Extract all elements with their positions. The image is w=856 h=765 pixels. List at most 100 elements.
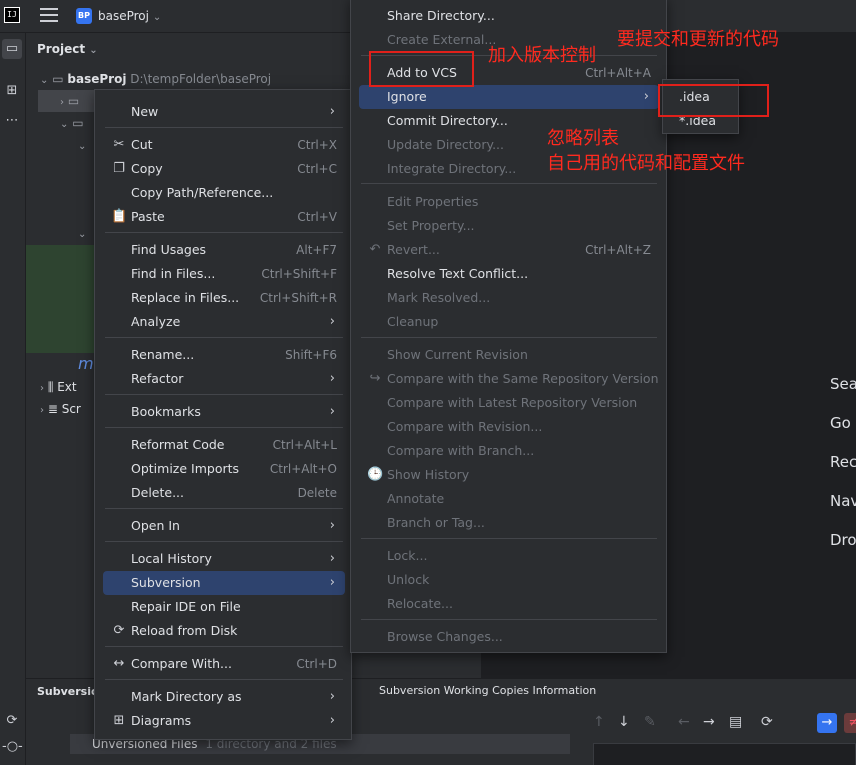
tree-root[interactable]: ⌄ ▭ baseProj D:\tempFolder\baseProj <box>40 68 271 90</box>
version-control-icon[interactable]: ⟳ <box>2 711 22 731</box>
menu-item-label: Local History <box>131 551 212 566</box>
arrow-right-icon[interactable]: → <box>703 714 715 730</box>
menu-item-delete[interactable]: Delete... Delete <box>103 481 345 505</box>
svn-item-branch-or-tag[interactable]: Branch or Tag... <box>359 511 659 535</box>
menu-item-label: Revert... <box>387 242 440 257</box>
menu-item-label: Paste <box>131 209 165 224</box>
svn-item-show-history[interactable]: 🕒 Show History <box>359 463 659 487</box>
cut-icon: ✂ <box>113 137 125 152</box>
svn-item-set-property[interactable]: Set Property... <box>359 214 659 238</box>
menu-item-repair-ide-on-file[interactable]: Repair IDE on File <box>103 595 345 619</box>
arrow-left-icon[interactable]: ← <box>678 714 690 730</box>
project-tool-icon[interactable]: ▭ <box>2 39 22 59</box>
svn-item-compare-with-the-same-repository-version[interactable]: ↪ Compare with the Same Repository Versio… <box>359 367 659 391</box>
arrow-up-icon[interactable]: ↑ <box>593 714 605 730</box>
svn-item-revert[interactable]: ↶ Revert... Ctrl+Alt+Z <box>359 238 659 262</box>
svn-item-resolve-text-conflict[interactable]: Resolve Text Conflict... <box>359 262 659 286</box>
menu-item-find-in-files[interactable]: Find in Files... Ctrl+Shift+F <box>103 262 345 286</box>
chevron-right-icon: › <box>329 575 335 590</box>
svn-item-relocate[interactable]: Relocate... <box>359 592 659 616</box>
svn-item-ignore[interactable]: Ignore › <box>359 85 659 109</box>
refresh-icon[interactable]: ⟳ <box>761 714 773 730</box>
svn-item-lock[interactable]: Lock... <box>359 544 659 568</box>
annotation-ignore-desc: 自己用的代码和配置文件 <box>547 153 745 174</box>
annotation-box-ignore <box>658 84 769 117</box>
svn-item-unlock[interactable]: Unlock <box>359 568 659 592</box>
menu-item-mark-directory-as[interactable]: Mark Directory as › <box>103 685 345 709</box>
project-panel-title-label: Project <box>37 42 86 56</box>
chevron-right-icon: › <box>329 404 335 419</box>
context-menu: New › ✂ Cut Ctrl+X ❐ Copy Ctrl+C Copy Path/Refer… <box>94 89 352 740</box>
menu-item-optimize-imports[interactable]: Optimize Imports Ctrl+Alt+O <box>103 457 345 481</box>
expand-arrow-icon: ⌄ <box>78 141 87 152</box>
menu-item-label: Compare with Revision... <box>387 419 543 434</box>
project-panel-title[interactable]: Project ⌄ <box>37 42 98 56</box>
edit-icon[interactable]: ✎ <box>644 714 656 730</box>
library-icon: ⫼ <box>47 380 54 394</box>
svn-item-share-directory[interactable]: Share Directory... <box>359 4 659 28</box>
menu-item-label: Subversion <box>131 575 201 590</box>
menu-item-label: Diagrams <box>131 713 192 728</box>
sync-scroll-icon[interactable]: → <box>817 713 837 733</box>
menu-item-shortcut: Ctrl+Alt+Z <box>585 243 651 257</box>
svn-item-browse-changes[interactable]: Browse Changes... <box>359 625 659 649</box>
chevron-right-icon: › <box>643 89 649 104</box>
app-logo-icon: IJ <box>4 7 20 23</box>
diff-toggle-icon[interactable]: ≠ <box>844 713 856 733</box>
menu-item-paste[interactable]: 📋 Paste Ctrl+V <box>103 205 345 229</box>
project-switcher-label: baseProj <box>98 9 149 23</box>
structure-tool-icon[interactable]: ⊞ <box>2 81 22 101</box>
tree-folder-row[interactable]: › ▭ <box>60 90 79 112</box>
menu-item-analyze[interactable]: Analyze › <box>103 310 345 334</box>
tree-scratches[interactable]: › ≣ Scr <box>40 398 81 420</box>
menu-item-cut[interactable]: ✂ Cut Ctrl+X <box>103 133 345 157</box>
svn-item-compare-with-branch[interactable]: Compare with Branch... <box>359 439 659 463</box>
svn-item-compare-with-latest-repository-version[interactable]: Compare with Latest Repository Version <box>359 391 659 415</box>
main-menu-icon[interactable] <box>40 8 58 24</box>
svn-item-compare-with-revision[interactable]: Compare with Revision... <box>359 415 659 439</box>
menu-item-label: Open In <box>131 518 180 533</box>
menu-item-compare-with[interactable]: ↔ Compare With... Ctrl+D <box>103 652 345 676</box>
menu-item-refactor[interactable]: Refactor › <box>103 367 345 391</box>
tree-folder-row[interactable]: ⌄ <box>78 134 86 156</box>
revert-icon: ↶ <box>369 242 381 257</box>
compare-with-icon: ↔ <box>113 656 125 671</box>
chevron-right-icon: › <box>329 689 335 704</box>
chevron-down-icon: ⌄ <box>152 12 162 23</box>
menu-item-new[interactable]: New › <box>103 100 345 124</box>
menu-item-bookmarks[interactable]: Bookmarks › <box>103 400 345 424</box>
menu-item-find-usages[interactable]: Find Usages Alt+F7 <box>103 238 345 262</box>
tree-external-libraries[interactable]: › ⫼ Ext <box>40 376 77 398</box>
menu-item-local-history[interactable]: Local History › <box>103 547 345 571</box>
project-badge[interactable]: BP <box>76 8 92 24</box>
svn-item-edit-properties[interactable]: Edit Properties <box>359 190 659 214</box>
more-tools-icon[interactable]: ⋯ <box>2 111 22 131</box>
menu-item-label: Repair IDE on File <box>131 599 241 614</box>
menu-item-copy[interactable]: ❐ Copy Ctrl+C <box>103 157 345 181</box>
menu-item-copy-path-reference[interactable]: Copy Path/Reference... <box>103 181 345 205</box>
project-switcher[interactable]: baseProj ⌄ <box>98 9 161 23</box>
svn-item-cleanup[interactable]: Cleanup <box>359 310 659 334</box>
menu-item-reload-from-disk[interactable]: ⟳ Reload from Disk <box>103 619 345 643</box>
menu-item-open-in[interactable]: Open In › <box>103 514 345 538</box>
menu-item-shortcut: Ctrl+D <box>296 657 337 671</box>
svn-item-mark-resolved[interactable]: Mark Resolved... <box>359 286 659 310</box>
document-icon[interactable]: ▤ <box>729 714 742 730</box>
menu-item-rename[interactable]: Rename... Shift+F6 <box>103 343 345 367</box>
commit-tool-icon[interactable]: -○- <box>2 737 23 757</box>
chevron-right-icon: › <box>329 518 335 533</box>
menu-item-shortcut: Ctrl+Shift+R <box>259 291 337 305</box>
tree-folder-row[interactable]: ⌄ <box>78 222 86 244</box>
menu-item-subversion[interactable]: Subversion › <box>103 571 345 595</box>
tree-folder-row[interactable]: ⌄ ▭ <box>60 112 84 134</box>
folder-icon: ▭ <box>72 116 84 130</box>
tree-file-partial[interactable]: m <box>78 353 94 375</box>
menu-item-label: Bookmarks <box>131 404 201 419</box>
svn-item-show-current-revision[interactable]: Show Current Revision <box>359 343 659 367</box>
menu-item-diagrams[interactable]: ⊞ Diagrams › <box>103 709 345 733</box>
chevron-right-icon: › <box>329 371 335 386</box>
svn-item-annotate[interactable]: Annotate <box>359 487 659 511</box>
menu-item-replace-in-files[interactable]: Replace in Files... Ctrl+Shift+R <box>103 286 345 310</box>
arrow-down-icon[interactable]: ↓ <box>618 714 630 730</box>
menu-item-reformat-code[interactable]: Reformat Code Ctrl+Alt+L <box>103 433 345 457</box>
